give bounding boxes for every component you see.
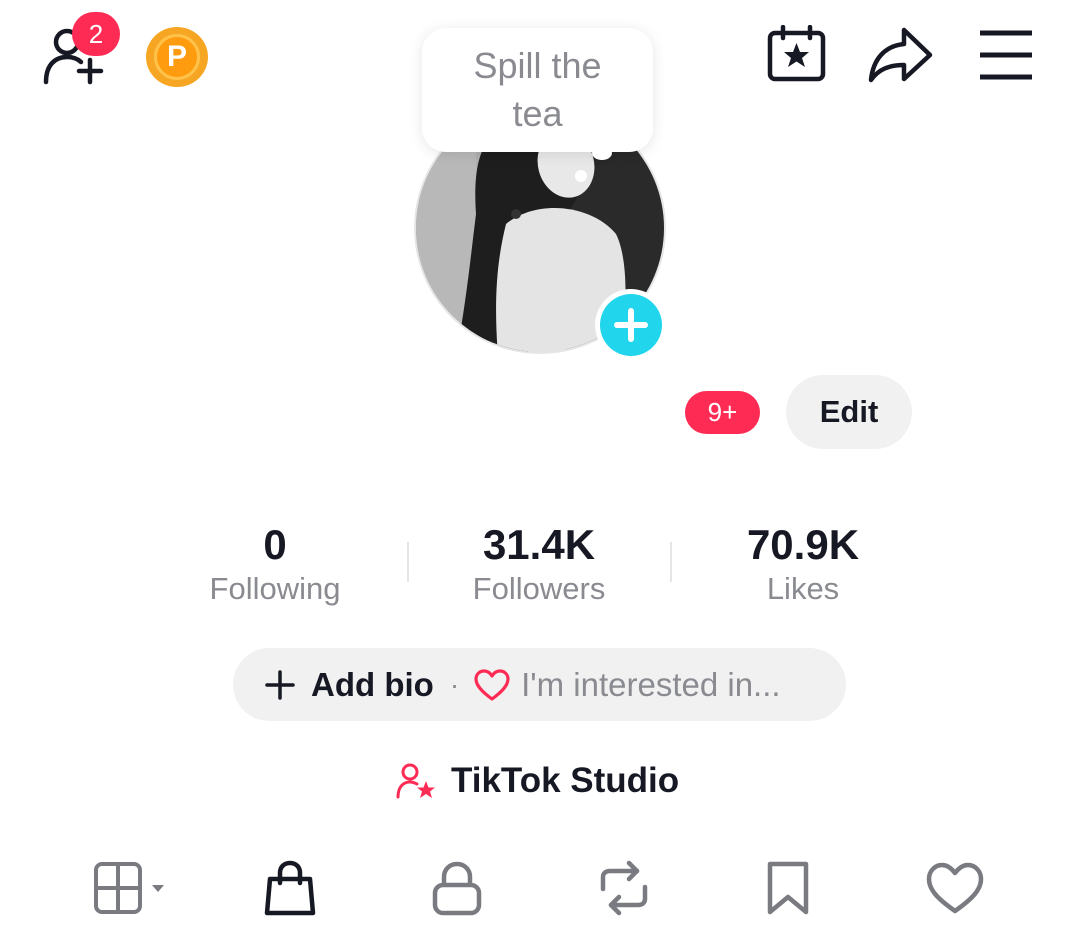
heart-outline-icon xyxy=(474,668,510,701)
menu-button[interactable] xyxy=(978,28,1034,82)
interests-label: I'm interested in... xyxy=(521,665,781,703)
edit-profile-button[interactable]: Edit xyxy=(786,375,912,449)
bookmark-icon xyxy=(767,861,809,915)
lock-icon xyxy=(432,861,482,916)
add-bio-button[interactable]: Add bio xyxy=(265,666,434,704)
likes-count: 70.9K xyxy=(746,521,860,568)
bio-pill: Add bio · I'm interested in... xyxy=(233,648,846,721)
following-count: 0 xyxy=(263,521,287,568)
coin-rewards-button[interactable]: P xyxy=(146,27,208,87)
status-note-bubble[interactable]: Spill the tea xyxy=(422,28,653,152)
followers-label: Followers xyxy=(472,571,606,606)
notifications-badge[interactable]: 9+ xyxy=(685,391,760,434)
tab-private[interactable] xyxy=(431,858,483,918)
tab-reposts[interactable] xyxy=(593,858,655,918)
share-icon xyxy=(868,27,933,83)
stat-divider xyxy=(670,542,672,582)
add-bio-label: Add bio xyxy=(311,665,434,703)
followers-count: 31.4K xyxy=(482,521,596,568)
friend-requests-badge: 2 xyxy=(72,12,120,56)
coin-icon: P xyxy=(154,34,200,80)
hamburger-menu-icon xyxy=(980,30,1032,80)
repost-icon xyxy=(600,860,648,916)
stat-following[interactable]: 0 Following xyxy=(165,520,385,608)
bubble-tail-dot xyxy=(575,170,587,182)
stat-followers[interactable]: 31.4K Followers xyxy=(429,520,649,608)
bio-separator: · xyxy=(449,668,460,700)
stat-divider xyxy=(407,542,409,582)
tab-shop[interactable] xyxy=(262,858,318,918)
tab-favorites[interactable] xyxy=(764,858,812,918)
following-label: Following xyxy=(209,571,341,606)
status-note-text: Spill the tea xyxy=(473,45,602,134)
plus-icon xyxy=(265,669,295,700)
bubble-tail xyxy=(592,146,612,160)
shopping-bag-icon xyxy=(264,860,316,916)
heart-icon xyxy=(926,862,984,914)
tiktok-studio-link[interactable]: TikTok Studio xyxy=(395,757,679,805)
creator-star-icon xyxy=(396,763,435,799)
grid-icon xyxy=(94,862,164,914)
plus-icon xyxy=(614,308,648,342)
calendar-star-icon xyxy=(767,24,826,82)
stat-likes[interactable]: 70.9K Likes xyxy=(693,520,913,608)
share-button[interactable] xyxy=(866,24,936,86)
add-story-button[interactable] xyxy=(595,289,667,361)
tiktok-studio-label: TikTok Studio xyxy=(451,761,680,800)
likes-label: Likes xyxy=(766,571,840,606)
tab-videos[interactable] xyxy=(92,858,172,918)
interests-button[interactable]: I'm interested in... xyxy=(473,665,781,704)
tab-liked[interactable] xyxy=(924,858,986,918)
calendar-button[interactable] xyxy=(766,24,828,83)
